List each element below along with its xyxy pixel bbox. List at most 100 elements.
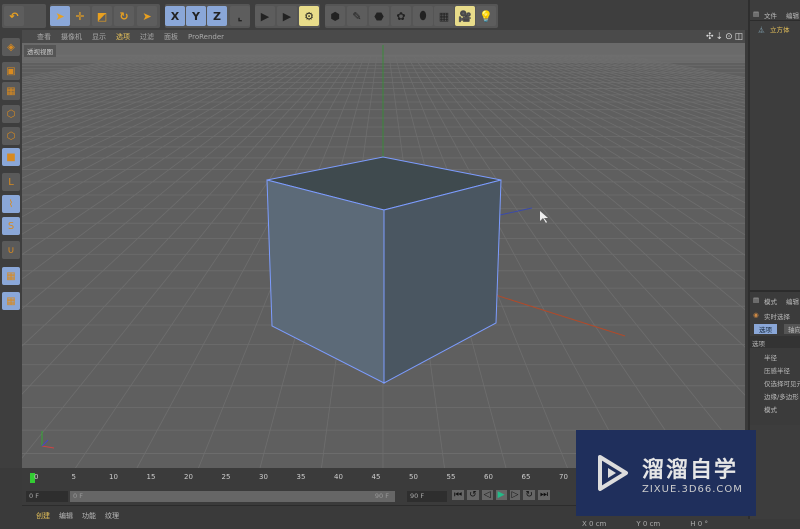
attr-tab-options[interactable]: 选项: [754, 324, 777, 334]
array-icon[interactable]: ✿: [391, 6, 411, 26]
material-menu-texture[interactable]: 纹理: [105, 511, 119, 521]
coordinate-system-icon[interactable]: ⌞: [230, 6, 250, 26]
viewport-menu-item[interactable]: 摄像机: [61, 32, 82, 42]
attr-field-radius[interactable]: 半径: [764, 352, 777, 362]
floor-icon[interactable]: ▦: [434, 6, 454, 26]
viewport-nav-icons[interactable]: ✣⇣⊙◫: [706, 32, 745, 42]
edges-mode-icon[interactable]: ⬡: [2, 127, 20, 145]
watermark-url: ZIXUE.3D66.COM: [642, 483, 743, 495]
attr-tab-axis[interactable]: 轴向: [784, 324, 800, 334]
current-frame-field[interactable]: 0 F: [26, 491, 68, 502]
attr-menu-icon[interactable]: ▤: [753, 296, 759, 304]
viewport-canvas[interactable]: [22, 43, 745, 468]
frame-range-slider[interactable]: 0 F 90 F: [70, 491, 395, 502]
grid-line: [22, 54, 282, 169]
y-axis-lock-icon[interactable]: Y: [186, 6, 206, 26]
move-icon[interactable]: ✛: [70, 6, 90, 26]
gizmo-x: [41, 445, 55, 449]
axis-mode-icon[interactable]: L: [2, 173, 20, 191]
range-end: 90 F: [374, 492, 389, 500]
watermark: 溜溜自学 ZIXUE.3D66.COM: [576, 430, 756, 516]
grid-line: [22, 54, 264, 146]
object-menu-icon[interactable]: ▤: [753, 10, 759, 18]
render-settings-icon[interactable]: ⚙: [299, 6, 319, 26]
subdivision-surface-icon[interactable]: ⬣: [369, 6, 389, 26]
z-axis-lock-icon[interactable]: Z: [207, 6, 227, 26]
loop-forward-icon[interactable]: ↻: [523, 490, 535, 500]
viewport-menu-item[interactable]: ProRender: [188, 33, 224, 41]
viewport-menu-item[interactable]: 查看: [37, 32, 51, 42]
rotate-icon[interactable]: ↻: [114, 6, 134, 26]
attr-menu-mode[interactable]: 模式: [764, 296, 777, 306]
viewport-menu-item[interactable]: 显示: [92, 32, 106, 42]
playback-controls: 0 F 0 F 90 F 90 F ⏮ ↺ ◁ ▶ ▷ ↻ ⏭: [22, 488, 582, 505]
tweak-mode-icon[interactable]: ⌇: [2, 195, 20, 213]
light-icon[interactable]: 💡: [476, 6, 496, 26]
object-menu-file[interactable]: 文件: [764, 10, 777, 20]
object-menu-edit[interactable]: 编辑: [786, 10, 799, 20]
timeline-ruler[interactable]: 0 5 10 15 20 25 30 35 40 45 50 55 60 65 70: [22, 468, 582, 488]
viewport-menu-item[interactable]: 面板: [164, 32, 178, 42]
make-editable-icon[interactable]: ◈: [2, 38, 20, 56]
attr-field-edge-polygon[interactable]: 边缘/多边形: [764, 391, 799, 401]
material-menu-function[interactable]: 功能: [82, 511, 96, 521]
grid-line: [472, 54, 745, 191]
timeline-tick: 0: [34, 473, 39, 481]
material-menu-create[interactable]: 创建: [36, 511, 50, 521]
viewport-menu-item[interactable]: 选项: [116, 32, 130, 42]
grid-line: [544, 54, 745, 111]
coord-x[interactable]: X 0 cm: [582, 519, 606, 529]
go-to-end-icon[interactable]: ⏭: [537, 490, 551, 500]
deformer-icon[interactable]: ⬮: [413, 6, 433, 26]
workplane-icon[interactable]: ▦: [2, 82, 20, 100]
prev-frame-icon[interactable]: ◁: [481, 490, 493, 500]
spline-pen-icon[interactable]: ✎: [347, 6, 367, 26]
grid-line: [22, 54, 312, 235]
material-menu-edit[interactable]: 编辑: [59, 511, 73, 521]
solo-icon[interactable]: S: [2, 217, 20, 235]
scale-icon[interactable]: ◩: [92, 6, 112, 26]
end-frame-field[interactable]: 90 F: [407, 491, 447, 502]
lock-workplane-icon[interactable]: ▦: [2, 267, 20, 285]
grid-line: [466, 54, 745, 204]
timeline-tick: 55: [446, 473, 456, 481]
last-tool-icon[interactable]: ➤: [137, 6, 157, 26]
next-frame-icon[interactable]: ▷: [509, 490, 521, 500]
viewport[interactable]: [22, 43, 745, 468]
loop-back-icon[interactable]: ↺: [467, 490, 479, 500]
live-select-icon[interactable]: ➤: [50, 6, 70, 26]
attr-field-visible-only[interactable]: 仅选择可见元: [764, 378, 800, 388]
attr-field-mode[interactable]: 模式: [764, 404, 777, 414]
object-item-cube[interactable]: 立方体: [770, 24, 790, 34]
planar-workplane-icon[interactable]: ▦: [2, 292, 20, 310]
grid-line: [484, 54, 745, 170]
render-picture-viewer-icon[interactable]: ▶: [277, 6, 297, 26]
grid-line: [562, 54, 745, 101]
play-icon[interactable]: ▶: [495, 490, 507, 500]
camera-icon[interactable]: 🎥: [455, 6, 475, 26]
timeline-tick: 15: [146, 473, 156, 481]
grid-line: [22, 54, 156, 82]
coord-y[interactable]: Y 0 cm: [636, 519, 660, 529]
grid-line: [22, 54, 216, 107]
cube-object-icon[interactable]: ⬢: [325, 6, 345, 26]
mouse-cursor-icon: [540, 211, 548, 223]
attr-menu-edit[interactable]: 编辑: [786, 296, 799, 306]
go-to-start-icon[interactable]: ⏮: [452, 490, 465, 500]
attr-field-pressure-radius[interactable]: 压感半径: [764, 365, 790, 375]
cube-object-icon: ⏅: [758, 26, 765, 34]
texture-mode-icon[interactable]: ▣: [2, 62, 20, 80]
main-toolbar: ↶ ➤ ✛ ◩ ↻ ➤ X Y Z ⌞ ▶ ▶ ⚙ ⬢ ✎ ⬣ ✿ ⬮ ▦ 🎥 💡: [0, 0, 748, 30]
points-mode-icon[interactable]: ⬡: [2, 105, 20, 123]
grid-line: [22, 54, 222, 111]
polygons-mode-icon[interactable]: ■: [2, 148, 20, 166]
render-view-icon[interactable]: ▶: [255, 6, 275, 26]
viewport-menu-item[interactable]: 过滤: [140, 32, 154, 42]
grid-line: [22, 54, 198, 98]
x-axis-lock-icon[interactable]: X: [165, 6, 185, 26]
undo-icon[interactable]: ↶: [4, 6, 24, 26]
snap-icon[interactable]: ∪: [2, 241, 20, 259]
timeline-tick: 20: [184, 473, 193, 481]
coord-h[interactable]: H 0 °: [690, 519, 708, 529]
timeline-tick: 25: [221, 473, 231, 481]
